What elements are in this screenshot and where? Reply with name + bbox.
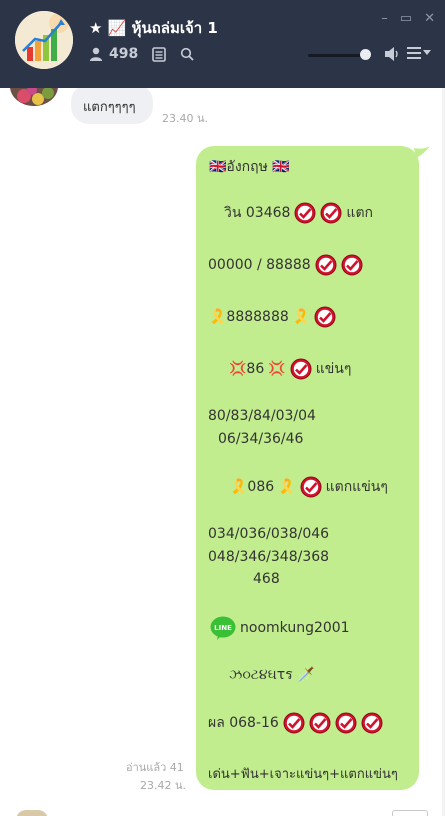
menu-icon <box>407 47 421 59</box>
outgoing-message[interactable] <box>196 146 419 790</box>
member-info[interactable]: 498 <box>89 46 194 62</box>
message-line: 💢86 💢 แข่นๆ <box>229 358 351 380</box>
check-mark-icon <box>320 202 342 224</box>
minimize-icon[interactable]: – <box>381 12 388 25</box>
group-avatar[interactable] <box>15 11 73 69</box>
check-mark-icon <box>315 254 337 276</box>
check-mark-icon <box>300 476 322 498</box>
message-line: วิน 03468 แตก <box>224 202 373 224</box>
incoming-message[interactable]: แตกๆๆๆๆ <box>71 88 153 124</box>
read-receipt: อ่านแล้ว 41 <box>126 761 184 774</box>
message-line: LINE noomkung2001 <box>210 616 350 640</box>
message-line: ผล 068-16 <box>208 712 383 734</box>
chat-area[interactable]: แตกๆๆๆๆ 23.40 น. 🇬🇧อังกฤษ 🇬🇧 วิน 03468 แ… <box>0 88 445 816</box>
message-line: 034/036/038/046 <box>208 526 330 542</box>
message-line: 00000 / 88888 <box>208 254 363 276</box>
chat-header: ★ 📈 หุ้นถล่มเจ้า 1 498 – ▭ ✕ <box>0 0 445 88</box>
member-count: 498 <box>109 46 139 62</box>
speaker-icon[interactable] <box>384 46 400 62</box>
volume-knob[interactable] <box>360 49 371 60</box>
window-controls: – ▭ ✕ <box>381 12 435 25</box>
check-mark-icon <box>290 358 312 380</box>
person-icon <box>90 47 102 61</box>
check-mark-icon <box>335 712 357 734</box>
svg-text:LINE: LINE <box>214 624 232 632</box>
next-sender-avatar[interactable] <box>16 810 48 816</box>
message-line: 048/346/348/368 <box>208 549 330 565</box>
check-mark-icon <box>294 202 316 224</box>
message-line: ઝ૦ટ૪ઘτร 🗡️ <box>229 667 315 683</box>
close-icon[interactable]: ✕ <box>424 12 435 25</box>
next-item-button[interactable] <box>392 810 428 816</box>
check-mark-icon <box>314 306 336 328</box>
message-line: 06/34/36/46 <box>218 431 304 447</box>
volume-track[interactable] <box>308 54 368 57</box>
check-mark-icon <box>341 254 363 276</box>
maximize-icon[interactable]: ▭ <box>400 12 412 25</box>
message-line: 468 <box>253 571 280 587</box>
check-mark-icon <box>361 712 383 734</box>
message-line: 🎗️086 🎗️ แตกแข่นๆ <box>230 476 388 498</box>
sender-avatar[interactable] <box>10 88 58 106</box>
check-mark-icon <box>283 712 305 734</box>
message-line: เด่น+ฟัน+เจาะแข่นๆ+แตกแข่นๆ <box>208 767 398 782</box>
volume-slider[interactable] <box>308 48 376 62</box>
bubble-tail <box>414 146 430 158</box>
line-app-icon: LINE <box>210 616 236 640</box>
message-line: 80/83/84/03/04 <box>208 408 316 424</box>
search-icon[interactable] <box>180 47 194 61</box>
message-line: 🇬🇧อังกฤษ 🇬🇧 <box>209 159 290 175</box>
outgoing-time: 23.42 น. <box>140 779 187 792</box>
message-line: 🎗️8888888 🎗️ <box>209 306 336 328</box>
incoming-time: 23.40 น. <box>162 112 209 125</box>
notes-icon[interactable] <box>152 46 167 62</box>
check-mark-icon <box>309 712 331 734</box>
group-title: ★ 📈 หุ้นถล่มเจ้า 1 <box>89 19 218 37</box>
chevron-down-icon <box>423 50 431 55</box>
menu-button[interactable] <box>407 47 431 59</box>
